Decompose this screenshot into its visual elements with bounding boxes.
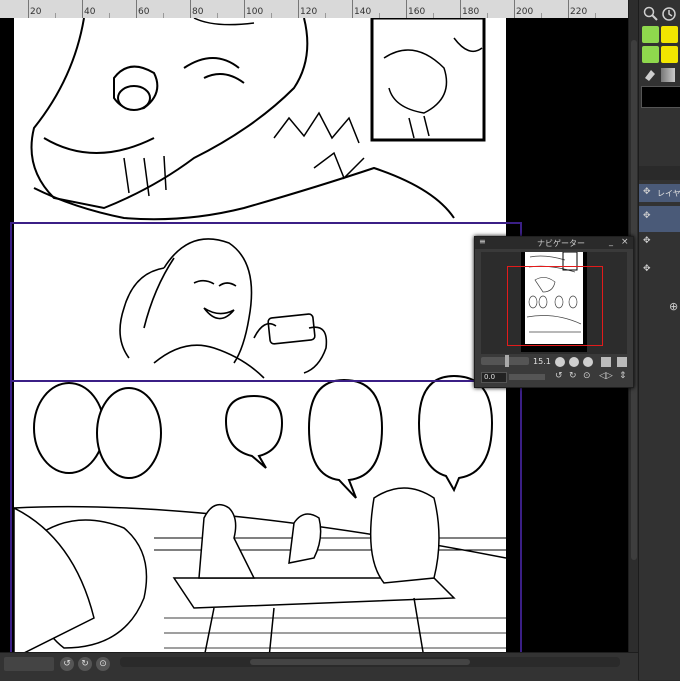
close-icon[interactable]: ×: [621, 237, 629, 247]
ruler-label: 100: [246, 7, 264, 17]
brush-tool-icon[interactable]: [661, 26, 678, 43]
ruler-label: 180: [462, 7, 480, 17]
right-side-panel: ✥ レイヤ ✥ ✥ ✥ ⊕: [638, 0, 680, 680]
layer-row-selected[interactable]: ✥: [639, 206, 680, 232]
ruler-label: 40: [84, 7, 96, 17]
flip-vertical-icon[interactable]: ⇕: [619, 371, 627, 381]
layer-tab[interactable]: ✥ レイヤ: [639, 184, 680, 202]
layer-tab-label: レイヤ: [657, 189, 680, 198]
zoom-in-icon[interactable]: [569, 357, 579, 367]
ruler-label: 140: [354, 7, 372, 17]
rotate-right-icon[interactable]: ↻: [569, 371, 577, 381]
menu-icon[interactable]: ≡: [479, 237, 486, 246]
ruler-label: 220: [570, 7, 588, 17]
reset-angle-icon[interactable]: ⊙: [583, 371, 591, 381]
angle-value: 0.0: [484, 373, 496, 381]
gradient-icon[interactable]: [661, 68, 675, 82]
zoom-slider[interactable]: [481, 355, 529, 367]
zoom-icon[interactable]: [661, 6, 677, 22]
airbrush-tool-icon[interactable]: [661, 46, 678, 63]
panel-frame-border: [10, 380, 522, 652]
move-icon: ✥: [643, 211, 651, 221]
actual-size-icon[interactable]: [617, 357, 627, 367]
navigator-title-bar[interactable]: ≡ ナビゲーター _ ×: [475, 237, 633, 249]
pencil-tool-icon[interactable]: [642, 46, 659, 63]
pen-tool-icon[interactable]: [642, 26, 659, 43]
navigator-title: ナビゲーター: [537, 239, 585, 248]
horizontal-scrollbar-thumb[interactable]: [250, 659, 470, 665]
color-swatch[interactable]: [641, 86, 680, 108]
ruler-label: 60: [138, 7, 150, 17]
horizontal-scrollbar[interactable]: [120, 657, 620, 667]
ruler-label: 120: [300, 7, 318, 17]
zoom-value: 15.1: [533, 357, 551, 366]
eraser-icon[interactable]: [643, 68, 657, 82]
rotate-right-icon[interactable]: ↻: [78, 657, 92, 671]
angle-slider[interactable]: [509, 374, 545, 380]
ruler-label: 20: [30, 7, 42, 17]
panel-frame-selection[interactable]: [10, 222, 522, 382]
search-icon[interactable]: [643, 6, 659, 22]
ruler-label: 160: [408, 7, 426, 17]
navigator-preview[interactable]: [481, 251, 627, 354]
angle-field[interactable]: 0.0: [481, 372, 507, 383]
zoom-out-icon[interactable]: [555, 357, 565, 367]
fit-icon[interactable]: [583, 357, 593, 367]
ruler-label: 200: [516, 7, 534, 17]
minimize-button[interactable]: _: [609, 237, 613, 246]
full-view-icon[interactable]: [601, 357, 611, 367]
ruler-label: 80: [192, 7, 204, 17]
panel-inset: [370, 18, 486, 142]
panel-tab-strip: [639, 166, 680, 180]
move-icon[interactable]: ✥: [643, 236, 651, 246]
top-ruler: 20 40 60 80 100 120 140 160 180 200 220: [0, 0, 628, 19]
navigator-panel[interactable]: ≡ ナビゲーター _ × 15.1 0.0 ↺ ↻ ⊙ ◁▷ ⇕: [474, 236, 634, 388]
reset-rotation-icon[interactable]: ⊙: [96, 657, 110, 671]
rotate-left-icon[interactable]: ↺: [555, 371, 563, 381]
zoom-slider-handle[interactable]: [505, 355, 509, 367]
zoom-field[interactable]: [4, 657, 54, 671]
add-icon[interactable]: ⊕: [669, 300, 678, 313]
rotate-left-icon[interactable]: ↺: [60, 657, 74, 671]
flip-horizontal-icon[interactable]: ◁▷: [599, 371, 613, 381]
move-icon: ✥: [643, 187, 651, 197]
move-icon[interactable]: ✥: [643, 264, 651, 274]
bottom-status-bar: ↺ ↻ ⊙: [0, 652, 638, 681]
navigator-viewport-rect[interactable]: [507, 266, 603, 346]
